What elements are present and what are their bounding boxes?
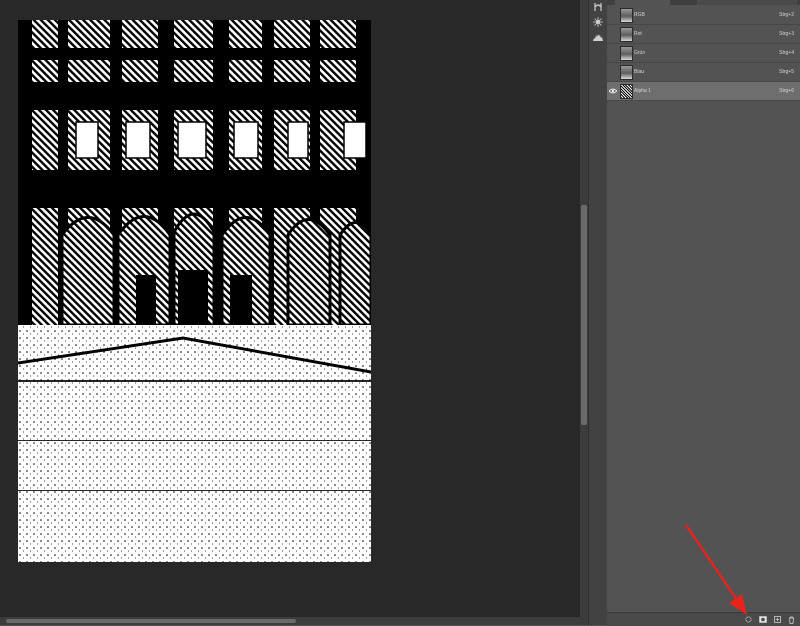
delete-channel-icon[interactable] xyxy=(787,615,796,624)
channel-shortcut: Strg+5 xyxy=(779,69,794,75)
channel-row-green[interactable]: Grün Strg+4 xyxy=(607,44,800,63)
visibility-toggle[interactable] xyxy=(607,25,618,43)
channel-name: Blau xyxy=(634,69,645,75)
tab-other[interactable] xyxy=(697,0,797,5)
tab-channels[interactable] xyxy=(615,0,670,5)
channel-thumbnail xyxy=(620,64,633,80)
channel-row-alpha-1[interactable]: Alpha 1 Strg+6 xyxy=(607,82,800,101)
panel-tab-strip xyxy=(607,0,800,5)
visibility-toggle[interactable] xyxy=(607,6,618,24)
vertical-scrollbar[interactable] xyxy=(580,0,588,617)
channel-thumbnail xyxy=(620,45,633,61)
adjustments-icon[interactable] xyxy=(591,0,605,14)
vertical-scrollbar-thumb[interactable] xyxy=(581,205,587,425)
panel-dock-strip xyxy=(588,0,607,625)
channel-thumbnail xyxy=(620,7,633,23)
save-selection-as-channel-icon[interactable] xyxy=(758,615,767,624)
visibility-toggle[interactable] xyxy=(607,63,618,81)
channels-panel-footer xyxy=(607,612,800,626)
eye-icon[interactable] xyxy=(607,82,618,100)
channel-thumbnail xyxy=(620,26,633,42)
channel-row-red[interactable]: Rot Strg+3 xyxy=(607,25,800,44)
histogram-icon[interactable] xyxy=(591,30,605,44)
channel-thumbnail xyxy=(620,83,633,99)
channels-panel: RGB Strg+2 Rot Strg+3 Grün Strg+4 Blau S… xyxy=(607,0,800,626)
alpha-channel-preview-image[interactable] xyxy=(18,20,371,562)
load-channel-as-selection-icon[interactable] xyxy=(744,615,753,624)
channel-list: RGB Strg+2 Rot Strg+3 Grün Strg+4 Blau S… xyxy=(607,6,800,101)
channel-row-blue[interactable]: Blau Strg+5 xyxy=(607,63,800,82)
channel-shortcut: Strg+4 xyxy=(779,50,794,56)
channel-name: Rot xyxy=(634,31,642,37)
brush-settings-icon[interactable] xyxy=(591,15,605,29)
visibility-toggle[interactable] xyxy=(607,44,618,62)
new-channel-icon[interactable] xyxy=(773,615,782,624)
channel-shortcut: Strg+2 xyxy=(779,12,794,18)
channel-name: RGB xyxy=(634,12,645,18)
channel-shortcut: Strg+6 xyxy=(779,88,794,94)
horizontal-scrollbar[interactable] xyxy=(0,617,588,625)
horizontal-scrollbar-thumb[interactable] xyxy=(6,619,296,623)
channel-row-rgb[interactable]: RGB Strg+2 xyxy=(607,6,800,25)
document-canvas-area[interactable] xyxy=(0,0,580,617)
channel-shortcut: Strg+3 xyxy=(779,31,794,37)
channel-name: Alpha 1 xyxy=(634,88,651,94)
channel-name: Grün xyxy=(634,50,646,56)
